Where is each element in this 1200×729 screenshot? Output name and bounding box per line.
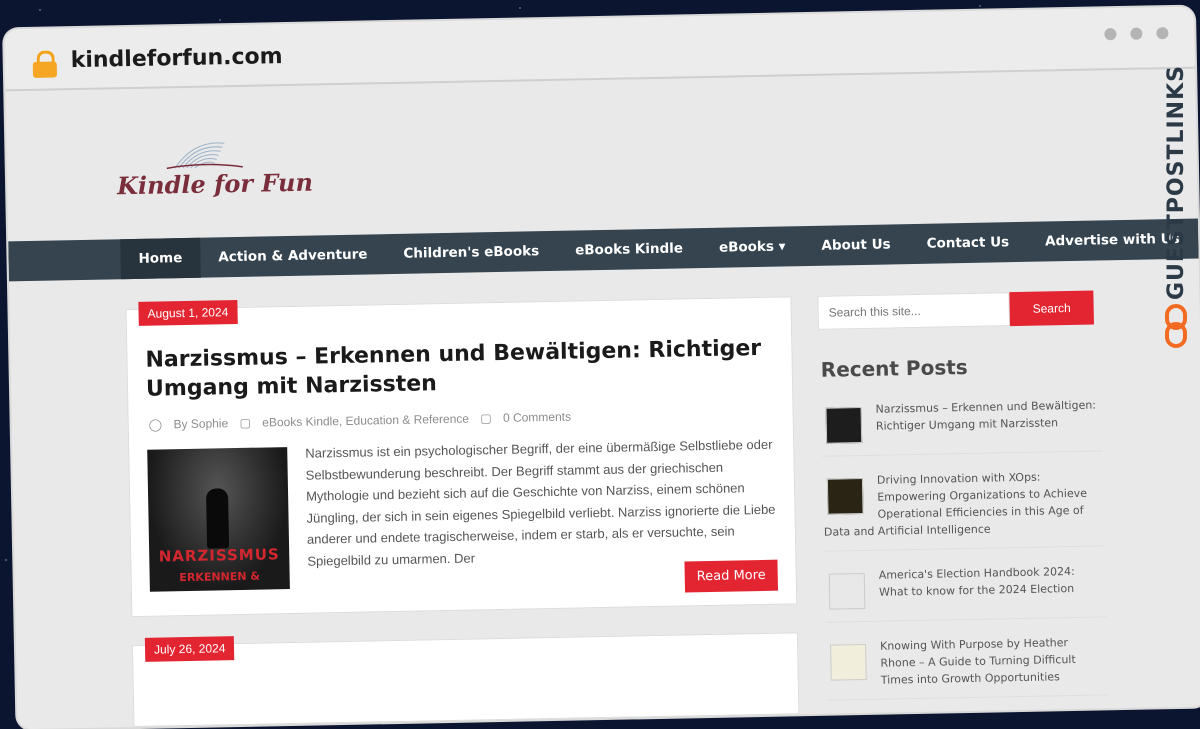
post-title[interactable]: Narzissmus – Erkennen und Bewältigen: Ri…: [145, 334, 776, 404]
post-categories[interactable]: eBooks Kindle, Education & Reference: [262, 412, 469, 430]
recent-post-item[interactable]: Driving Innovation with XOps: Empowering…: [822, 461, 1105, 552]
recent-post-item[interactable]: America's Election Handbook 2024: What t…: [824, 556, 1106, 623]
recent-post-item[interactable]: Knowing With Purpose by Heather Rhone – …: [825, 627, 1108, 701]
read-more-button[interactable]: Read More: [684, 559, 779, 593]
book-fan-icon: [166, 142, 243, 170]
recent-post-thumbnail[interactable]: [825, 407, 863, 444]
window-dot-icon[interactable]: [1104, 28, 1117, 41]
lock-icon: [32, 50, 58, 78]
post-author[interactable]: By Sophie: [173, 416, 228, 431]
folder-icon: ▢: [239, 415, 252, 430]
nav-item[interactable]: About Us: [803, 224, 909, 266]
post-date-badge: July 26, 2024: [144, 636, 235, 662]
main-nav: Home Action & Adventure Children's eBooks e…: [8, 218, 1199, 282]
site-logo[interactable]: Kindle for Fun: [116, 136, 313, 209]
url-text[interactable]: kindleforfun.com: [70, 44, 282, 73]
thumb-subtitle: ERKENNEN &: [179, 569, 261, 585]
search-button[interactable]: Search: [1009, 290, 1094, 327]
post-card: August 1, 2024 Narzissmus – Erkennen und…: [125, 296, 798, 618]
recent-post-item[interactable]: Narzissmus – Erkennen und Bewältigen: Ri…: [821, 390, 1103, 457]
browser-window: kindleforfun.com Kindle for Fun Home Acti…: [4, 6, 1200, 729]
post-card: July 26, 2024: [131, 632, 800, 728]
recent-post-thumbnail[interactable]: [830, 643, 867, 681]
comment-icon: ▢: [480, 411, 492, 426]
author-icon: ◯: [148, 417, 163, 432]
post-date-badge: August 1, 2024: [138, 299, 238, 326]
recent-post-title[interactable]: Driving Innovation with XOps: Empowering…: [823, 467, 1104, 540]
recent-post-title[interactable]: Knowing With Purpose by Heather Rhone – …: [826, 633, 1107, 689]
recent-posts-list: Narzissmus – Erkennen und Bewältigen: Ri…: [821, 390, 1108, 710]
nav-item[interactable]: Action & Adventure: [200, 234, 386, 278]
nav-item[interactable]: eBooks ▾: [701, 226, 804, 268]
recent-post-thumbnail[interactable]: [828, 573, 866, 610]
nav-item[interactable]: Home: [120, 237, 201, 280]
silhouette-figure: [205, 488, 230, 549]
post-excerpt: Narzissmus ist ein psychologischer Begri…: [305, 436, 776, 569]
recent-post-title[interactable]: Narzissmus – Erkennen und Bewältigen: Ri…: [821, 396, 1102, 435]
sidebar-search: Search: [817, 290, 1094, 330]
post-meta: ◯ By Sophie ▢ eBooks Kindle, Education &…: [148, 409, 580, 432]
window-dot-icon[interactable]: [1130, 27, 1143, 40]
thumb-title: NARZISSMUS: [158, 545, 280, 566]
guestpostlinks-badge: GUESTPOSTLINKS: [1160, 56, 1194, 356]
nav-item[interactable]: Children's eBooks: [385, 231, 557, 274]
recent-post-title[interactable]: America's Election Handbook 2024: What t…: [825, 562, 1106, 601]
nav-item[interactable]: eBooks Kindle: [557, 228, 702, 271]
post-thumbnail[interactable]: NARZISSMUS ERKENNEN &: [147, 447, 290, 592]
link-chain-icon: [1165, 304, 1187, 348]
logo-text: Kindle for Fun: [116, 167, 314, 201]
window-dot-icon[interactable]: [1156, 27, 1169, 40]
recent-post-thumbnail[interactable]: [826, 478, 864, 515]
nav-item[interactable]: Contact Us: [908, 222, 1027, 264]
recent-posts-heading: Recent Posts: [820, 354, 968, 382]
search-input[interactable]: [817, 292, 1010, 330]
post-comments[interactable]: 0 Comments: [503, 410, 571, 425]
window-controls: [1104, 27, 1169, 41]
